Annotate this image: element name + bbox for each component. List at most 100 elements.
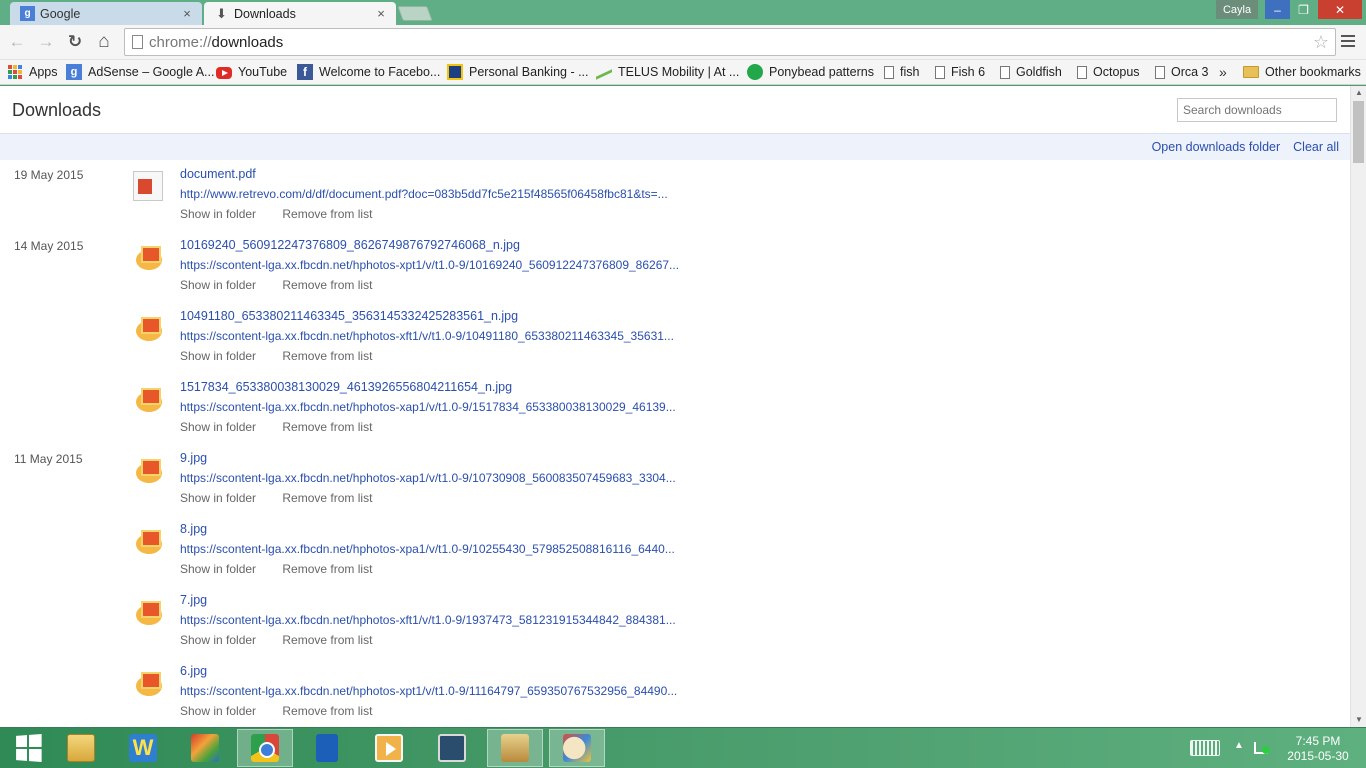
image-file-icon[interactable] <box>133 526 163 556</box>
page-icon <box>1077 65 1087 79</box>
windows-start-icon <box>16 734 42 762</box>
taskbar-wordperfect[interactable]: W <box>115 729 171 767</box>
bookmark-facebook[interactable]: f Welcome to Facebo... <box>297 63 440 81</box>
page-icon <box>935 65 945 79</box>
search-downloads-input[interactable] <box>1177 98 1337 122</box>
forward-button[interactable]: → <box>35 31 57 53</box>
bookmark-orca-3[interactable]: Orca 3 <box>1152 63 1209 81</box>
bookmark-label: Personal Banking - ... <box>469 65 589 79</box>
bookmark-adsense[interactable]: g AdSense – Google A... <box>66 63 214 81</box>
download-file-name[interactable]: 10169240_560912247376809_862674987679274… <box>180 238 520 252</box>
taskbar-file-explorer[interactable] <box>53 729 109 767</box>
bookmark-goldfish[interactable]: Goldfish <box>997 63 1062 81</box>
download-file-name[interactable]: 10491180_653380211463345_356314533242528… <box>180 309 518 323</box>
download-source-url[interactable]: https://scontent-lga.xx.fbcdn.net/hphoto… <box>180 684 677 698</box>
remove-from-list-link[interactable]: Remove from list <box>282 491 372 505</box>
image-file-icon[interactable] <box>133 313 163 343</box>
show-in-folder-link[interactable]: Show in folder <box>180 349 256 363</box>
tab-downloads[interactable]: ⬇ Downloads × <box>204 2 396 25</box>
minimize-button[interactable]: – <box>1265 0 1290 19</box>
image-file-icon[interactable] <box>133 597 163 627</box>
taskbar-malwarebytes[interactable] <box>299 729 355 767</box>
taskbar-chrome[interactable] <box>237 729 293 767</box>
scroll-down-arrow-icon[interactable]: ▼ <box>1351 713 1366 727</box>
show-in-folder-link[interactable]: Show in folder <box>180 278 256 292</box>
taskbar-bank-app[interactable] <box>487 729 543 767</box>
system-clock[interactable]: 7:45 PM 2015-05-30 <box>1280 734 1356 764</box>
taskbar-paint[interactable] <box>549 729 605 767</box>
security-status-icon[interactable] <box>1262 746 1270 754</box>
show-in-folder-link[interactable]: Show in folder <box>180 704 256 718</box>
taskbar-avg[interactable] <box>177 729 233 767</box>
bookmark-apps[interactable]: Apps <box>7 63 58 81</box>
home-button[interactable]: ⌂ <box>93 31 115 53</box>
remove-from-list-link[interactable]: Remove from list <box>282 278 372 292</box>
download-item: 14 May 2015 10169240_560912247376809_862… <box>0 236 1350 307</box>
show-in-folder-link[interactable]: Show in folder <box>180 207 256 221</box>
download-source-url[interactable]: http://www.retrevo.com/d/df/document.pdf… <box>180 187 668 201</box>
bookmarks-overflow-chevron-icon[interactable]: » <box>1219 63 1227 81</box>
tab-close-icon[interactable]: × <box>180 6 194 21</box>
show-in-folder-link[interactable]: Show in folder <box>180 491 256 505</box>
back-button[interactable]: ← <box>6 31 28 53</box>
show-in-folder-link[interactable]: Show in folder <box>180 420 256 434</box>
download-file-name[interactable]: 9.jpg <box>180 451 207 465</box>
download-file-name[interactable]: 8.jpg <box>180 522 207 536</box>
open-downloads-folder-link[interactable]: Open downloads folder <box>1152 140 1281 154</box>
remove-from-list-link[interactable]: Remove from list <box>282 207 372 221</box>
start-button[interactable] <box>0 729 56 767</box>
chrome-menu-icon[interactable] <box>1341 33 1357 49</box>
tab-google[interactable]: g Google × <box>10 2 202 25</box>
bookmark-fish-6[interactable]: Fish 6 <box>932 63 985 81</box>
download-actions: Show in folder Remove from list <box>180 633 372 647</box>
download-source-url[interactable]: https://scontent-lga.xx.fbcdn.net/hphoto… <box>180 613 676 627</box>
bookmark-octopus[interactable]: Octopus <box>1074 63 1140 81</box>
page-scrollbar[interactable]: ▲ ▼ <box>1350 86 1366 727</box>
remove-from-list-link[interactable]: Remove from list <box>282 633 372 647</box>
download-source-url[interactable]: https://scontent-lga.xx.fbcdn.net/hphoto… <box>180 329 674 343</box>
touch-keyboard-icon[interactable] <box>1190 740 1220 756</box>
clear-all-link[interactable]: Clear all <box>1293 140 1339 154</box>
image-file-icon[interactable] <box>133 668 163 698</box>
pdf-file-icon[interactable] <box>133 171 163 201</box>
image-file-icon[interactable] <box>133 242 163 272</box>
show-in-folder-link[interactable]: Show in folder <box>180 633 256 647</box>
new-tab-button[interactable] <box>397 6 433 21</box>
profile-button[interactable]: Cayla <box>1216 0 1258 19</box>
taskbar-media-center[interactable] <box>424 729 480 767</box>
tab-close-icon[interactable]: × <box>374 6 388 21</box>
remove-from-list-link[interactable]: Remove from list <box>282 349 372 363</box>
download-file-name[interactable]: 6.jpg <box>180 664 207 678</box>
show-in-folder-link[interactable]: Show in folder <box>180 562 256 576</box>
show-hidden-icons-arrow-icon[interactable]: ▲ <box>1234 740 1244 751</box>
download-file-name[interactable]: 7.jpg <box>180 593 207 607</box>
download-file-name[interactable]: document.pdf <box>180 167 256 181</box>
bookmark-star-icon[interactable]: ☆ <box>1313 32 1329 53</box>
remove-from-list-link[interactable]: Remove from list <box>282 704 372 718</box>
download-source-url[interactable]: https://scontent-lga.xx.fbcdn.net/hphoto… <box>180 400 676 414</box>
taskbar-video-player[interactable] <box>361 729 417 767</box>
scroll-up-arrow-icon[interactable]: ▲ <box>1351 86 1366 100</box>
bookmark-fish[interactable]: fish <box>881 63 919 81</box>
address-bar[interactable]: chrome://downloads ☆ <box>124 28 1336 56</box>
maximize-button[interactable]: ❐ <box>1291 0 1316 19</box>
download-source-url[interactable]: https://scontent-lga.xx.fbcdn.net/hphoto… <box>180 471 676 485</box>
image-file-icon[interactable] <box>133 455 163 485</box>
bookmark-youtube[interactable]: YouTube <box>216 63 287 81</box>
bookmark-personal-banking[interactable]: Personal Banking - ... <box>447 63 589 81</box>
download-source-url[interactable]: https://scontent-lga.xx.fbcdn.net/hphoto… <box>180 542 675 556</box>
bookmark-ponybead[interactable]: Ponybead patterns <box>747 63 874 81</box>
remove-from-list-link[interactable]: Remove from list <box>282 562 372 576</box>
bookmark-other-bookmarks[interactable]: Other bookmarks <box>1243 63 1361 81</box>
address-scheme: chrome:// <box>149 33 212 51</box>
scrollbar-thumb[interactable] <box>1353 101 1364 163</box>
download-source-url[interactable]: https://scontent-lga.xx.fbcdn.net/hphoto… <box>180 258 679 272</box>
bookmark-telus[interactable]: TELUS Mobility | At ... <box>596 63 739 81</box>
telus-icon <box>596 64 612 80</box>
reload-button[interactable]: ↻ <box>64 31 86 53</box>
remove-from-list-link[interactable]: Remove from list <box>282 420 372 434</box>
close-window-button[interactable]: ✕ <box>1318 0 1362 19</box>
image-file-icon[interactable] <box>133 384 163 414</box>
bookmark-label: TELUS Mobility | At ... <box>618 65 740 79</box>
download-file-name[interactable]: 1517834_653380038130029_4613926556804211… <box>180 380 512 394</box>
